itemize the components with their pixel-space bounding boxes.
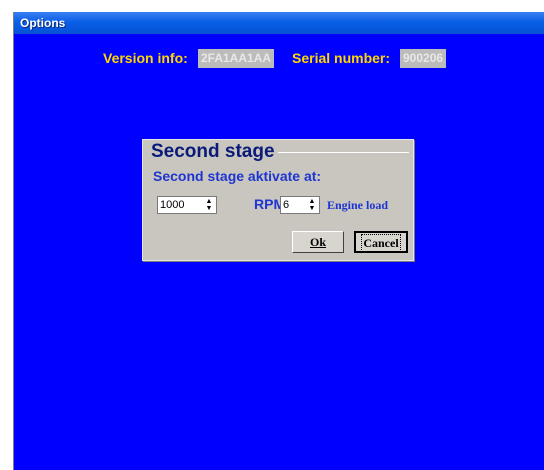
load-down-arrow-icon[interactable]: ▼ (306, 205, 318, 212)
cancel-button-label: Cancel (361, 234, 401, 252)
engine-load-label: Engine load (327, 198, 389, 212)
rpm-up-arrow-icon[interactable]: ▲ (203, 198, 215, 205)
options-window: Options Version info: 2FA1AA1AA Serial n… (13, 12, 544, 470)
serial-number-label: Serial number: (292, 50, 391, 66)
version-info-value: 2FA1AA1AA (198, 49, 275, 68)
engine-load-stepper-arrows[interactable]: ▲ ▼ (306, 198, 318, 212)
ok-button-label: Ok (309, 235, 326, 249)
window-title-bar[interactable]: Options (14, 12, 544, 34)
rpm-input[interactable] (160, 198, 200, 212)
second-stage-panel: Second stage Second stage aktivate at: ▲… (142, 139, 414, 261)
window-title: Options (20, 16, 66, 30)
rpm-stepper[interactable]: ▲ ▼ (157, 196, 217, 214)
rpm-stepper-arrows[interactable]: ▲ ▼ (203, 198, 215, 212)
panel-title: Second stage (151, 141, 278, 163)
panel-divider (278, 152, 409, 153)
rpm-down-arrow-icon[interactable]: ▼ (203, 205, 215, 212)
engine-load-stepper[interactable]: ▲ ▼ (280, 196, 320, 214)
ok-button[interactable]: Ok (292, 231, 344, 253)
load-up-arrow-icon[interactable]: ▲ (306, 198, 318, 205)
cancel-button[interactable]: Cancel (354, 231, 408, 253)
engine-load-input[interactable] (283, 198, 303, 212)
version-info-label: Version info: (103, 50, 188, 66)
panel-subtitle: Second stage aktivate at: (153, 168, 322, 184)
serial-number-value: 900206 (400, 49, 447, 68)
